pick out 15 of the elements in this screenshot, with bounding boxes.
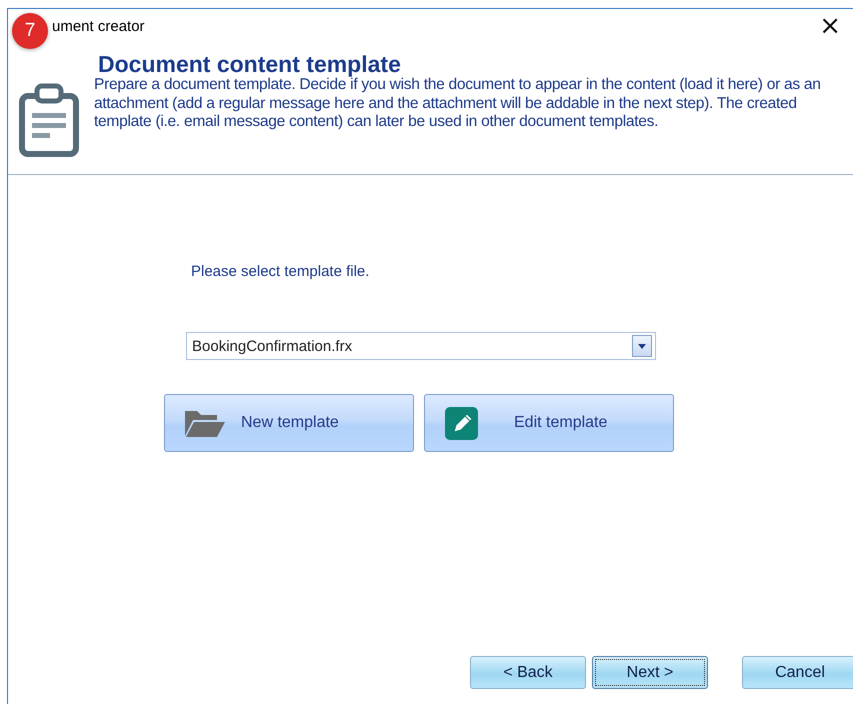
prompt-text: Please select template file.: [191, 263, 370, 280]
step-badge: 7: [12, 13, 48, 49]
pencil-icon: [445, 406, 478, 440]
clipboard-icon: [18, 83, 80, 157]
template-dropdown[interactable]: BookingConfirmation.frx: [186, 332, 656, 360]
footer-button[interactable]: Next >: [592, 656, 708, 689]
window-title: ument creator: [52, 18, 145, 34]
footer-button[interactable]: < Back: [470, 656, 586, 689]
footer-button[interactable]: Cancel: [742, 656, 853, 689]
folder-icon: [185, 408, 225, 438]
close-button[interactable]: ×: [815, 13, 845, 39]
edit-template-button[interactable]: Edit template: [424, 394, 674, 452]
section-title: Document content template: [97, 53, 402, 76]
new-template-button[interactable]: New template: [164, 394, 414, 452]
section-description: Prepare a document template. Decide if you wish the document to appear in the content (load it here) or as an attachment (add a regular message here and the attachment will be addable in the next step). The created template (i.e. email message content) can later be used in other document templates.: [94, 76, 822, 132]
